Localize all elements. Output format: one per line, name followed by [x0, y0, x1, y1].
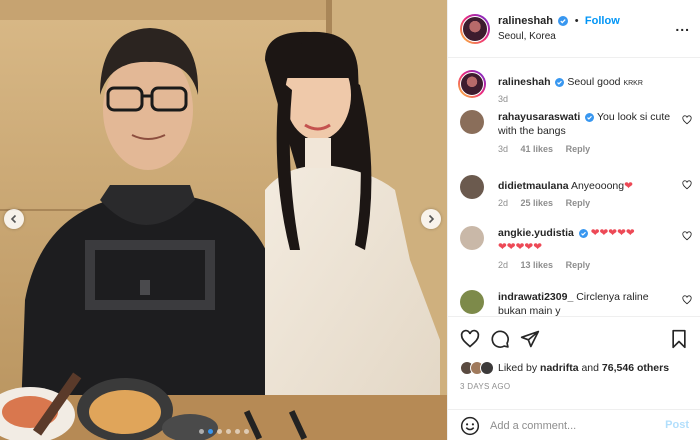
comment-username[interactable]: rahayusaraswati [498, 111, 580, 123]
comment-time: 2d [498, 260, 509, 270]
save-bookmark-icon[interactable] [669, 329, 689, 349]
comment-item: rahayusaraswati You look si cute with th… [460, 110, 692, 154]
comment-likes[interactable]: 25 likes [521, 198, 554, 208]
carousel-dot [225, 429, 231, 434]
carousel-dot [198, 429, 204, 434]
comment-item: didietmaulana Anyeooong❤ 2d 25 likes Rep… [460, 175, 692, 208]
like-comment-heart-icon[interactable] [682, 231, 692, 241]
commenter-avatar[interactable] [460, 290, 484, 314]
post-date: 3 DAYS AGO [460, 382, 511, 391]
carousel-dot [234, 429, 240, 434]
likes-summary[interactable]: Liked by nadrifta and 76,546 others [460, 361, 669, 375]
comment-text: ❤❤❤❤❤ [590, 227, 635, 239]
post-side-panel: ralineshah • Follow Seoul, Korea ... ral… [447, 0, 700, 440]
next-photo-button[interactable] [421, 209, 441, 229]
caption-text: Seoul good [567, 76, 621, 88]
verified-badge-icon [555, 78, 565, 87]
commenter-avatar[interactable] [460, 226, 484, 250]
liker-avatar [480, 361, 494, 375]
verified-badge-icon [585, 113, 595, 122]
like-comment-heart-icon[interactable] [682, 180, 692, 190]
caption-username[interactable]: ralineshah [498, 76, 551, 88]
comment-username[interactable]: didietmaulana [498, 180, 569, 192]
reply-button[interactable]: Reply [566, 144, 591, 154]
comment-item: angkie.yudistia ❤❤❤❤❤ ❤❤❤❤❤ 2d 13 likes … [460, 226, 692, 270]
comment-time: 3d [498, 144, 509, 154]
verified-badge-icon [558, 16, 569, 26]
post-caption: ralineshah Seoul good KRKR 3d [458, 70, 692, 104]
commenter-avatar[interactable] [460, 110, 484, 134]
liked-by-connector: and [581, 362, 599, 374]
post-header: ralineshah • Follow Seoul, Korea ... [448, 0, 700, 58]
post-location[interactable]: Seoul, Korea [498, 29, 620, 44]
liked-by-user[interactable]: nadrifta [540, 362, 579, 374]
post-actions: Liked by nadrifta and 76,546 others 3 DA… [448, 316, 700, 440]
liked-by-prefix: Liked by [498, 362, 538, 374]
caption-small-text: KRKR [623, 80, 643, 87]
caption-time: 3d [498, 94, 509, 104]
more-options-button[interactable]: ... [675, 18, 690, 34]
carousel-dot [216, 429, 222, 434]
previous-photo-button[interactable] [4, 209, 24, 229]
comment-text: Anyeooong [570, 180, 625, 192]
comment-likes[interactable]: 13 likes [521, 260, 554, 270]
add-comment-input[interactable] [490, 417, 650, 435]
chevron-right-icon [428, 214, 435, 224]
photo-illustration [0, 0, 447, 440]
caption-avatar[interactable] [458, 70, 486, 98]
add-comment-bar: Post [448, 409, 700, 440]
author-avatar[interactable] [460, 13, 490, 44]
like-comment-heart-icon[interactable] [682, 115, 692, 125]
comment-username[interactable]: angkie.yudistia [498, 227, 574, 239]
comment-item: indrawati2309_ Circlenya raline bukan ma… [460, 290, 692, 316]
comment-time: 2d [498, 198, 509, 208]
post-photo[interactable] [0, 0, 447, 440]
post-comment-button[interactable]: Post [665, 419, 689, 431]
carousel-dot [243, 429, 249, 434]
comment-likes[interactable]: 41 likes [521, 144, 554, 154]
heart-emoji: ❤ [624, 180, 633, 192]
header-separator: • [574, 15, 579, 27]
share-paper-plane-icon[interactable] [520, 329, 540, 349]
comment-text-line2: ❤❤❤❤❤ [498, 241, 542, 253]
comments-list: ralineshah Seoul good KRKR 3d rahayusara… [448, 58, 700, 316]
reply-button[interactable]: Reply [566, 260, 591, 270]
commenter-avatar[interactable] [460, 175, 484, 199]
comment-bubble-icon[interactable] [490, 329, 510, 349]
liked-by-others[interactable]: 76,546 others [602, 362, 669, 374]
like-comment-heart-icon[interactable] [682, 295, 692, 305]
emoji-icon[interactable] [460, 416, 480, 436]
follow-button[interactable]: Follow [585, 15, 620, 27]
instagram-post: ralineshah • Follow Seoul, Korea ... ral… [0, 0, 700, 440]
verified-badge-icon [578, 229, 588, 238]
carousel-dot-active [207, 429, 213, 434]
author-username[interactable]: ralineshah [498, 15, 553, 27]
chevron-left-icon [10, 214, 17, 224]
comment-username[interactable]: indrawati2309_ [498, 291, 573, 303]
reply-button[interactable]: Reply [566, 198, 591, 208]
like-heart-icon[interactable] [460, 329, 480, 349]
carousel-indicator [0, 429, 447, 434]
